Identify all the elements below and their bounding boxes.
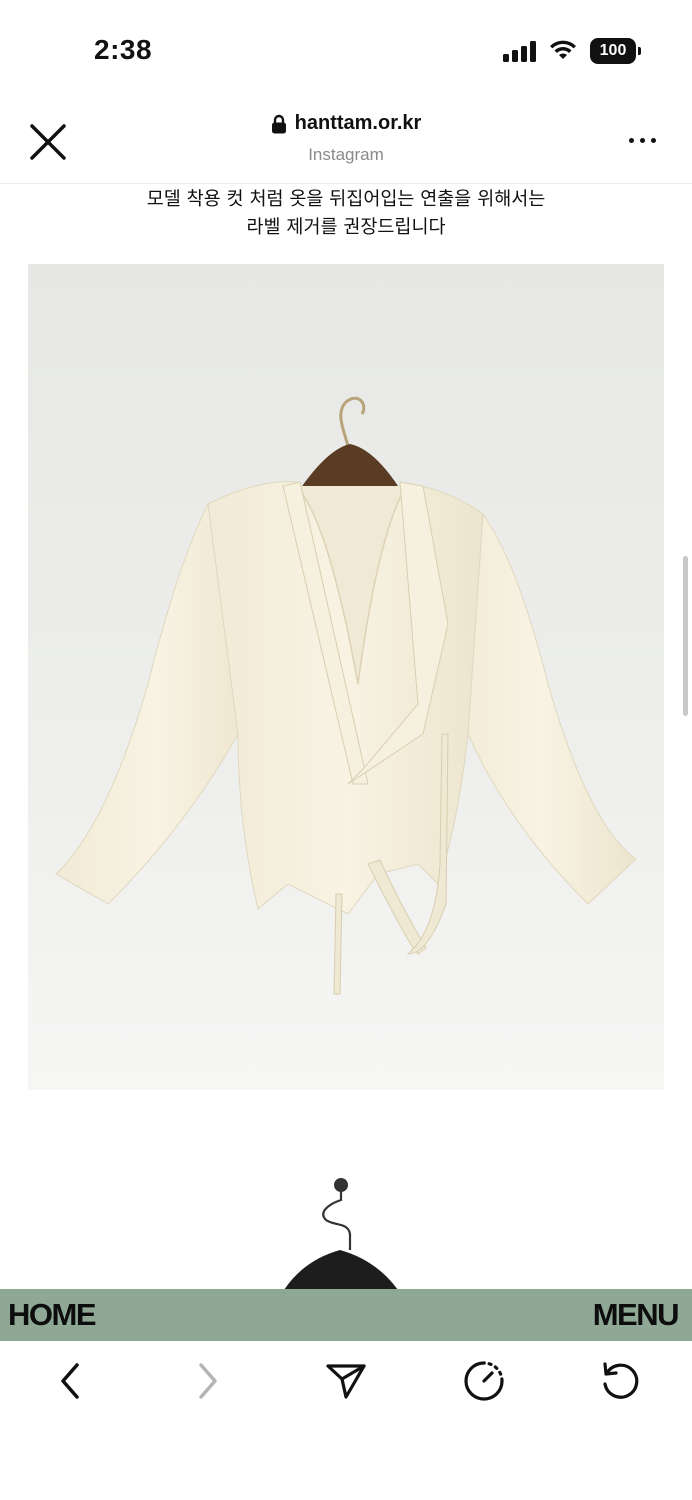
timer-icon	[464, 1361, 504, 1401]
product-photo-cardigan	[28, 264, 664, 1090]
browser-header: hanttam.or.kr Instagram	[0, 96, 692, 184]
url-domain: hanttam.or.kr	[294, 112, 422, 134]
scroll-indicator[interactable]	[683, 556, 688, 716]
url-source: Instagram	[308, 144, 384, 164]
back-button[interactable]	[48, 1359, 92, 1403]
timer-button[interactable]	[462, 1359, 506, 1403]
forward-icon	[199, 1363, 217, 1399]
share-button[interactable]	[324, 1359, 368, 1403]
product-caption: 모델 착용 컷 처럼 옷을 뒤집어입는 연출을 위해서는 라벨 제거를 권장드립…	[0, 186, 692, 242]
reload-icon	[603, 1362, 639, 1399]
reload-button[interactable]	[598, 1359, 642, 1403]
status-time: 2:38	[94, 34, 153, 65]
browser-toolbar	[0, 1341, 692, 1500]
site-nav-bar: HOME MENU	[0, 1289, 692, 1341]
status-bar: 2:38 100	[0, 0, 692, 96]
wifi-icon	[550, 40, 576, 59]
home-link[interactable]: HOME	[8, 1297, 97, 1333]
signal-icon	[503, 40, 536, 62]
battery-level: 100	[599, 42, 627, 59]
menu-link[interactable]: MENU	[593, 1297, 680, 1333]
share-icon	[326, 1364, 366, 1399]
more-icon[interactable]	[629, 138, 656, 143]
status-icons: 100	[503, 38, 641, 64]
caption-line-2: 라벨 제거를 권장드립니다	[246, 217, 446, 238]
lock-icon	[271, 114, 286, 133]
back-icon	[61, 1363, 79, 1399]
url-display[interactable]: hanttam.or.kr Instagram	[0, 112, 692, 165]
forward-button[interactable]	[186, 1359, 230, 1403]
product-photo-second	[44, 1122, 664, 1289]
page-content: 모델 착용 컷 처럼 옷을 뒤집어입는 연출을 위해서는 라벨 제거를 권장드립…	[0, 184, 692, 1289]
caption-line-1: 모델 착용 컷 처럼 옷을 뒤집어입는 연출을 위해서는	[146, 189, 546, 210]
battery-icon: 100	[590, 38, 641, 64]
